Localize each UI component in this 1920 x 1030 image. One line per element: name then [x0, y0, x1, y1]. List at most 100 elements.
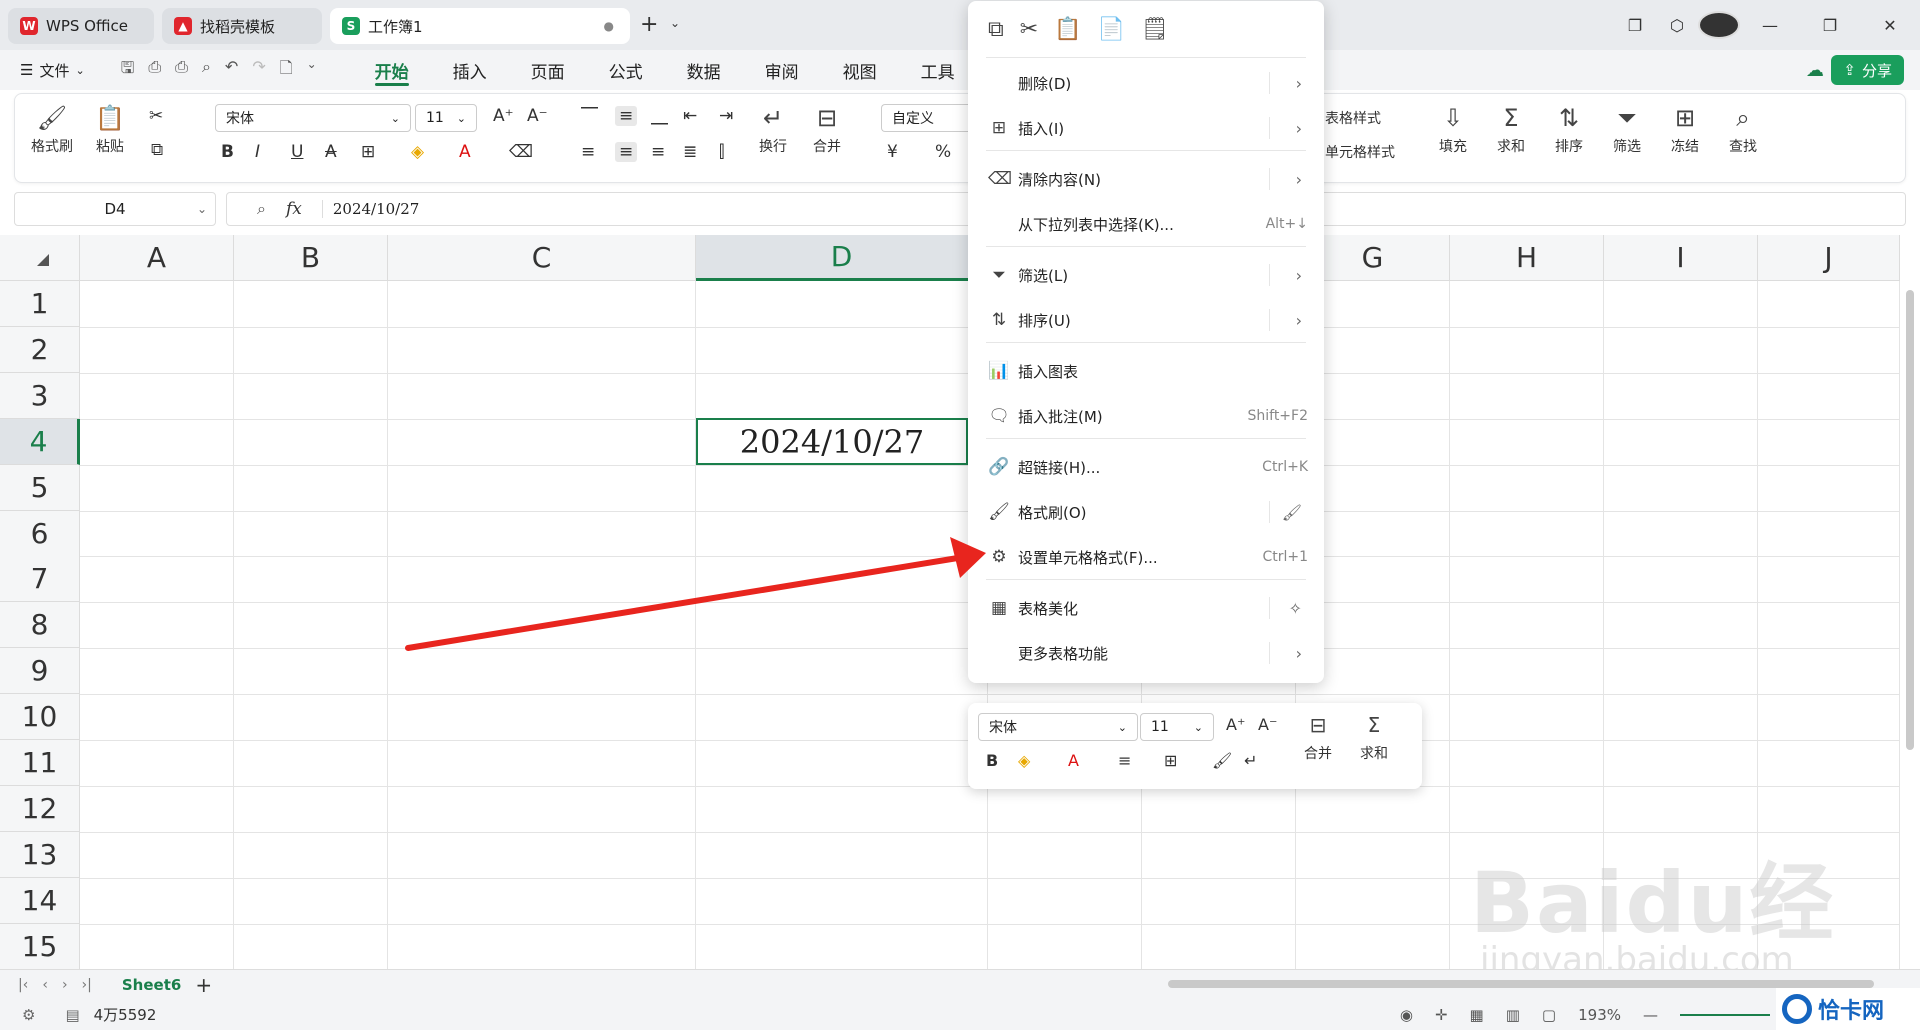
strikethrough-icon[interactable]: A [325, 142, 337, 162]
sort-button[interactable]: ⇅ 排序 [1555, 104, 1583, 156]
paste-icon[interactable]: 📋 [1054, 17, 1081, 42]
merge-button[interactable]: ⊟ 合并 [813, 104, 841, 156]
context-menu-item[interactable]: ⊞ 插入(I) › [968, 109, 1324, 147]
align-center-icon[interactable]: ≡ [615, 142, 638, 162]
column-header-a[interactable]: A [80, 235, 234, 281]
fill-button[interactable]: ⇩ 填充 [1439, 104, 1467, 156]
read-view-icon[interactable]: ▢ [1542, 1006, 1556, 1024]
chevron-down-icon[interactable]: ⌄ [307, 57, 317, 84]
undo-icon[interactable]: ↶ [225, 57, 238, 84]
context-menu-item[interactable]: 从下拉列表中选择(K)... Alt+↓ [968, 205, 1324, 243]
justify-icon[interactable]: ≣ [683, 142, 697, 162]
align-middle-icon[interactable]: ≡ [615, 106, 638, 126]
fill-color-icon[interactable]: ◈ [1018, 751, 1030, 770]
column-header-d[interactable]: D [696, 235, 988, 281]
avatar[interactable] [1698, 11, 1740, 39]
increase-font-icon[interactable]: A⁺ [493, 106, 514, 126]
page-view-icon[interactable]: ▥ [1506, 1006, 1520, 1024]
sum-button[interactable]: Σ 求和 [1497, 104, 1525, 156]
table-style-button[interactable]: 表格样式 [1325, 108, 1381, 128]
row-header-15[interactable]: 15 [0, 923, 80, 970]
row-header-14[interactable]: 14 [0, 877, 80, 924]
zoom-level[interactable]: 193% [1578, 1006, 1621, 1024]
find-button[interactable]: ⌕ 查找 [1729, 104, 1757, 156]
sheet-icon[interactable]: ▤ [65, 1006, 79, 1024]
copy-icon[interactable]: ⧉ [151, 140, 163, 160]
row-header-1[interactable]: 1 [0, 281, 80, 327]
mini-merge-button[interactable]: ⊟ 合并 [1304, 713, 1332, 763]
last-sheet-icon[interactable]: ›| [82, 977, 92, 993]
row-header-10[interactable]: 10 [0, 694, 80, 741]
tab-formulas[interactable]: 公式 [587, 50, 665, 90]
bold-icon[interactable]: B [986, 751, 998, 770]
indent-decrease-icon[interactable]: ⇤ [683, 106, 697, 126]
tab-page[interactable]: 页面 [509, 50, 587, 90]
mini-sum-button[interactable]: Σ 求和 [1360, 713, 1388, 763]
increase-font-icon[interactable]: A⁺ [1226, 715, 1245, 734]
eraser-icon[interactable]: ⌫ [509, 142, 533, 162]
currency-icon[interactable]: ¥ [887, 142, 898, 162]
tab-review[interactable]: 审阅 [743, 50, 821, 90]
print-icon[interactable]: ⎙ [175, 57, 188, 84]
context-menu-item[interactable]: 🖌 格式刷(O) 🖌 [968, 493, 1324, 531]
row-header-7[interactable]: 7 [0, 556, 80, 603]
cut-icon[interactable]: ✂ [1020, 17, 1038, 42]
context-menu-item[interactable]: ⌫ 清除内容(N) › [968, 160, 1324, 198]
align-bottom-icon[interactable]: ⎽ [651, 106, 668, 126]
font-color-icon[interactable]: A [459, 142, 471, 162]
tab-data[interactable]: 数据 [665, 50, 743, 90]
italic-icon[interactable]: I [255, 142, 260, 162]
tab-insert[interactable]: 插入 [431, 50, 509, 90]
cut-icon[interactable]: ✂ [149, 106, 163, 126]
redo-icon[interactable]: ↷ [252, 57, 265, 84]
chevron-down-icon[interactable]: ⌄ [670, 16, 680, 30]
active-cell-d4[interactable]: 2024/10/27 [696, 418, 968, 465]
underline-icon[interactable]: U [291, 142, 303, 162]
row-header-4[interactable]: 4 [0, 418, 80, 465]
tab-tools[interactable]: 工具 [899, 50, 977, 90]
decrease-font-icon[interactable]: A⁻ [527, 106, 548, 126]
context-menu-item[interactable]: ▦ 表格美化 ✧ [968, 589, 1324, 627]
cloud-sync-icon[interactable]: ☁ [1806, 60, 1824, 81]
font-size-select[interactable]: 11 ⌄ [415, 104, 477, 132]
tab-view[interactable]: 视图 [821, 50, 899, 90]
next-sheet-icon[interactable]: › [62, 977, 68, 993]
align-right-icon[interactable]: ≡ [651, 142, 665, 162]
column-header-j[interactable]: J [1758, 235, 1900, 281]
zoom-slider[interactable] [1680, 1013, 1770, 1016]
share-button[interactable]: ⇪ 分享 [1831, 55, 1904, 85]
avatar-container[interactable] [1698, 11, 1740, 39]
prev-sheet-icon[interactable]: ‹ [42, 977, 48, 993]
align-icon[interactable]: ≡ [1118, 751, 1131, 770]
sheet-tab-active[interactable]: Sheet6 [122, 976, 181, 994]
tab-home[interactable]: 开始 [353, 50, 431, 90]
filter-button[interactable]: ⏷ 筛选 [1613, 104, 1641, 156]
font-color-icon[interactable]: A [1068, 751, 1079, 770]
tab-wps-office[interactable]: W WPS Office [8, 8, 154, 44]
crosshair-icon[interactable]: ✛ [1435, 1006, 1448, 1024]
context-menu-item[interactable]: ⚙ 设置单元格格式(F)... Ctrl+1 [968, 538, 1324, 576]
restore-icon[interactable]: ❐ [1800, 16, 1860, 35]
row-header-2[interactable]: 2 [0, 326, 80, 373]
column-header-c[interactable]: C [388, 235, 696, 281]
column-header-h[interactable]: H [1450, 235, 1604, 281]
decrease-font-icon[interactable]: A⁻ [1258, 715, 1277, 734]
indent-increase-icon[interactable]: ⇥ [719, 106, 733, 126]
zoom-formula-icon[interactable]: ⌕ [257, 199, 266, 219]
row-header-3[interactable]: 3 [0, 372, 80, 419]
eye-protect-icon[interactable]: ◉ [1400, 1006, 1413, 1024]
row-header-11[interactable]: 11 [0, 740, 80, 786]
paste-special-icon[interactable]: 🗒 [1141, 17, 1169, 42]
context-menu-item[interactable]: 🗨 插入批注(M) Shift+F2 [968, 397, 1324, 435]
percent-icon[interactable]: % [935, 142, 951, 162]
paste-button[interactable]: 📋 粘贴 [95, 104, 125, 156]
format-painter-icon[interactable]: 🖌 [1282, 503, 1302, 522]
zoom-out-icon[interactable]: — [1643, 1006, 1658, 1024]
paste-text-icon[interactable]: 📄 [1098, 17, 1125, 42]
horizontal-scrollbar[interactable] [1168, 980, 1874, 988]
save-icon[interactable]: 🖫 [121, 57, 135, 84]
row-header-6[interactable]: 6 [0, 510, 80, 557]
row-header-9[interactable]: 9 [0, 648, 80, 695]
window-tile-icon[interactable]: ❐ [1614, 16, 1656, 35]
distribute-icon[interactable]: ⫿ [719, 142, 724, 162]
